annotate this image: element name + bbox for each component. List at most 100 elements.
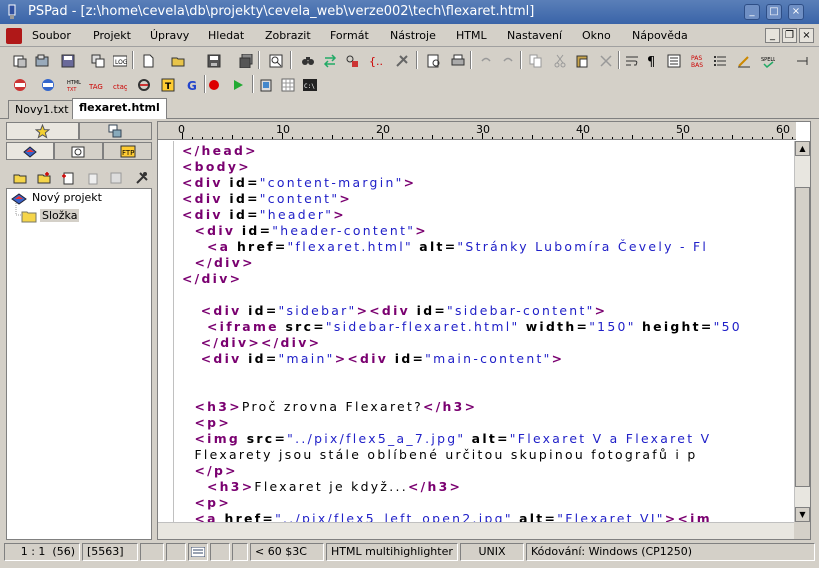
code-text[interactable]: </head> <body> <div id="content-margin"> <d… [182,143,796,523]
list-icon[interactable] [710,51,728,69]
code-line[interactable]: <div id="header"> [182,207,346,223]
tab-novy1[interactable]: Novy1.txt [8,100,76,119]
minimize-button[interactable]: _ [744,4,760,20]
pen-icon[interactable] [734,51,752,69]
status-encoding[interactable]: Kódování: Windows (CP1250) [526,543,815,561]
command-line-icon[interactable]: C:\ [300,75,318,93]
project-save-icon[interactable] [58,51,76,69]
pilcrow-icon[interactable]: ¶ [642,51,660,69]
word-wrap-icon[interactable] [622,51,640,69]
open-folder-icon[interactable] [10,168,28,186]
redo-icon[interactable] [498,51,516,69]
preview-icon[interactable] [266,51,284,69]
code-line[interactable]: <h3>Proč zrovna Flexaret?</h3> [182,399,477,415]
menu-upravy[interactable]: Úpravy [150,29,189,42]
code-line[interactable]: <body> [182,159,251,175]
menu-projekt[interactable]: Projekt [93,29,131,42]
record-macro-icon[interactable] [204,75,222,93]
menu-nastaveni[interactable]: Nastavení [507,29,562,42]
add-file-icon[interactable] [58,168,76,186]
find-files-icon[interactable] [342,51,360,69]
document-menu-icon[interactable] [6,28,22,44]
new-file-icon[interactable] [138,51,156,69]
mdi-close-button[interactable]: × [799,28,814,43]
code-line[interactable]: <div id="main"><div id="main-content"> [182,351,564,367]
tab-explorer[interactable] [54,142,103,160]
tag-icon[interactable]: TAG [86,75,104,93]
settings-icon[interactable] [132,168,150,186]
code-line[interactable]: <a href="flexaret.html" alt="Stránky Lub… [182,239,708,255]
print-preview-icon[interactable] [424,51,442,69]
code-editor[interactable]: 0 10 20 30 40 50 60 </head> <body> <div id… [157,121,811,540]
code-line[interactable]: </p> [182,463,238,479]
code-line[interactable]: <h3>Flexaret je když...</h3> [182,479,462,495]
play-macro-icon[interactable] [228,75,246,93]
copy-icon[interactable] [526,51,544,69]
menu-napoveda[interactable]: Nápověda [632,29,688,42]
tab-open-files[interactable] [79,122,152,140]
add-files-icon[interactable] [82,168,100,186]
html-close-tag-icon[interactable] [38,75,56,93]
code-line[interactable]: <div id="content"> [182,191,352,207]
project-icon[interactable] [10,51,28,69]
menu-html[interactable]: HTML [456,29,487,42]
validate-icon[interactable] [134,75,152,93]
save-all-icon[interactable] [236,51,254,69]
menu-nastroje[interactable]: Nástroje [390,29,436,42]
scroll-down-arrow[interactable]: ▼ [795,507,810,522]
undo-icon[interactable] [476,51,494,69]
cut-icon[interactable] [550,51,568,69]
log-icon[interactable]: LOG [110,51,128,69]
tab-project[interactable] [6,142,54,160]
code-line[interactable]: <img src="../pix/flex5_a_7.jpg" alt="Fle… [182,431,711,447]
bracket-icon[interactable]: {..} [366,51,384,69]
open-file-icon[interactable] [168,51,186,69]
menu-format[interactable]: Formát [330,29,369,42]
html-tag-icon[interactable] [10,75,28,93]
code-line[interactable]: <iframe src="sidebar-flexaret.html" widt… [182,319,742,335]
pas-bas-icon[interactable]: PAS BAS [688,51,706,69]
delete-icon[interactable] [596,51,614,69]
tab-flexaret[interactable]: flexaret.html [72,98,167,119]
scroll-thumb[interactable] [795,187,810,487]
html-to-txt-icon[interactable]: HTML TXT [64,75,82,93]
tidy-icon[interactable]: T [158,75,176,93]
add-folder-icon[interactable] [34,168,52,186]
columns-icon[interactable] [664,51,682,69]
code-line[interactable]: <div id="sidebar"><div id="sidebar-conte… [182,303,607,319]
code-line[interactable]: <p> [182,495,231,511]
code-line[interactable]: <p> [182,415,231,431]
code-line[interactable]: Flexarety jsou stále oblíbené určitou sk… [182,447,698,463]
menu-hledat[interactable]: Hledat [208,29,244,42]
code-line[interactable]: <div id="header-content"> [182,223,428,239]
grid-icon[interactable] [278,75,296,93]
close-button[interactable]: × [788,4,804,20]
menu-okno[interactable]: Okno [582,29,611,42]
code-line[interactable]: </div></div> [182,335,321,351]
find-icon[interactable] [298,51,316,69]
spell-check-icon[interactable]: SPELL [758,51,776,69]
tab-ftp[interactable]: FTP [103,142,152,160]
pspad-app-icon[interactable] [6,4,18,20]
mdi-restore-button[interactable]: ❐ [782,28,797,43]
code-line[interactable]: </div> [182,271,242,287]
bookmark-icon[interactable] [392,51,410,69]
code-line[interactable]: </div> [182,255,255,271]
print-icon[interactable] [448,51,466,69]
maximize-button[interactable]: □ [766,4,782,20]
dash-icon[interactable] [792,51,810,69]
code-line[interactable]: <div id="content-margin"> [182,175,416,191]
windows-icon[interactable] [88,51,106,69]
menu-soubor[interactable]: Soubor [32,29,71,42]
replace-icon[interactable] [320,51,338,69]
remove-icon[interactable] [106,168,124,186]
clip-icon[interactable] [256,75,274,93]
status-highlighter[interactable]: HTML multihighlighter [326,543,458,561]
status-line-end[interactable]: UNIX [460,543,524,561]
project-open-icon[interactable] [32,51,50,69]
mdi-minimize-button[interactable]: _ [765,28,780,43]
menu-zobrazit[interactable]: Zobrazit [265,29,311,42]
paste-icon[interactable] [572,51,590,69]
vertical-scrollbar[interactable]: ▲ ▼ [794,141,810,522]
horizontal-scrollbar[interactable] [158,522,796,539]
